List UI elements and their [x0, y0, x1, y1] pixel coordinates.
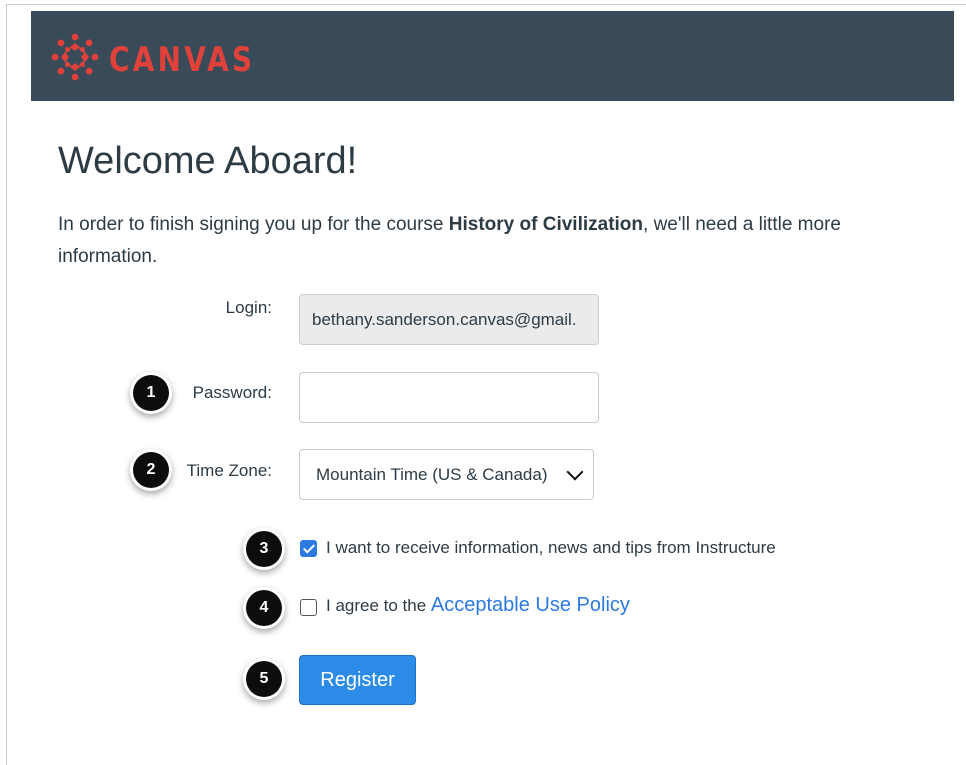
callout-1: 1	[133, 375, 169, 411]
callout-3: 3	[246, 531, 282, 567]
login-label: Login:	[225, 298, 272, 317]
agree-policy-checkbox[interactable]	[300, 599, 317, 616]
canvas-logo[interactable]: CANVAS	[51, 33, 288, 86]
register-button[interactable]: Register	[299, 655, 416, 705]
timezone-select[interactable]: Mountain Time (US & Canada)	[299, 449, 594, 500]
receive-info-checkbox[interactable]	[300, 540, 317, 557]
callout-4: 4	[246, 590, 282, 626]
global-header: CANVAS	[31, 11, 954, 101]
callout-5: 5	[246, 661, 282, 697]
page-title: Welcome Aboard!	[58, 140, 358, 182]
agree-policy-label: I agree to the Acceptable Use Policy	[326, 594, 630, 617]
canvas-wordmark: CANVAS	[109, 39, 256, 80]
agree-prefix: I agree to the	[326, 596, 431, 615]
canvas-ring-icon	[51, 33, 99, 86]
password-input[interactable]	[299, 372, 599, 423]
chevron-down-icon	[566, 463, 584, 480]
intro-before: In order to finish signing you up for th…	[58, 214, 449, 235]
callout-2: 2	[133, 452, 169, 488]
login-field: bethany.sanderson.canvas@gmail.	[299, 294, 599, 345]
password-label: Password:	[192, 383, 272, 402]
timezone-value: Mountain Time (US & Canada)	[316, 464, 548, 484]
timezone-label: Time Zone:	[186, 461, 272, 480]
intro-text: In order to finish signing you up for th…	[58, 209, 938, 273]
receive-info-label: I want to receive information, news and …	[326, 538, 776, 557]
course-name: History of Civilization	[448, 214, 644, 235]
acceptable-use-policy-link[interactable]: Acceptable Use Policy	[431, 594, 630, 616]
